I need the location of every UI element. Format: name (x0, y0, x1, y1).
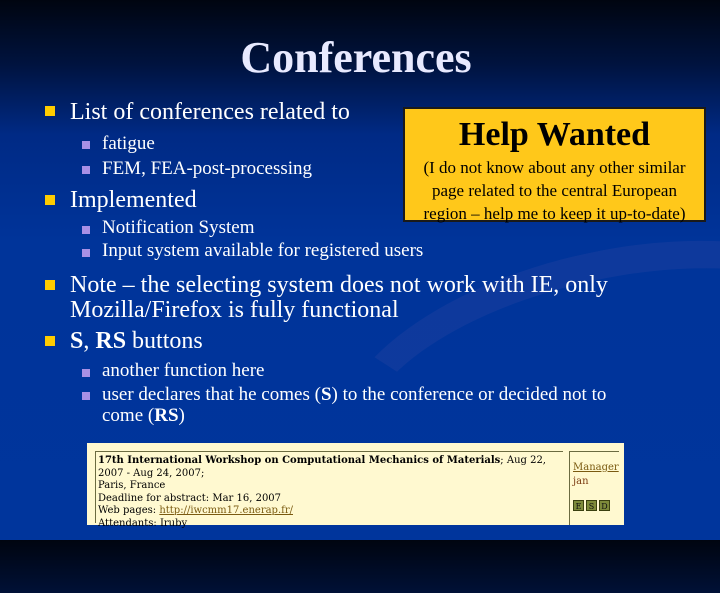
edit-icon[interactable]: E (573, 500, 584, 511)
conference-title: 17th International Workshop on Computati… (98, 455, 501, 466)
conference-entry-manager: Manager jan E S D (569, 451, 619, 525)
action-buttons: E S D (573, 500, 610, 511)
help-wanted-box: Help Wanted (I do not know about any oth… (403, 107, 706, 223)
rs-label: RS (154, 405, 179, 426)
conference-location: Paris, France (98, 480, 166, 491)
sub-bullet-notification: Notification System (102, 217, 255, 238)
s-label: S (320, 384, 332, 405)
sub-bullet-fatigue: fatigue (102, 133, 155, 154)
webpage-label: Web pages: (98, 505, 160, 516)
sub-bullet-icon (82, 369, 90, 377)
slide-title: Conferences (240, 33, 472, 82)
buttons-label: buttons (126, 328, 203, 354)
conference-deadline: Deadline for abstract: Mar 16, 2007 (98, 492, 282, 504)
sub-bullet-icon (82, 249, 90, 257)
help-wanted-line3: region – help me to keep it up-to-date) (423, 204, 686, 223)
conference-attendants: Attendants: Iruby (98, 517, 188, 529)
sub-bullet-user-declares-line2: come (RS) (102, 405, 185, 427)
s-icon[interactable]: S (586, 500, 597, 511)
text: user declares that he comes ( (102, 384, 321, 405)
bullet-note-line1: Note – the selecting system does not wor… (70, 272, 608, 298)
conference-entry-screenshot: 17th International Workshop on Computati… (87, 443, 624, 529)
sub-bullet-icon (82, 226, 90, 234)
sub-bullet-icon (82, 166, 90, 174)
bullet-icon (45, 195, 55, 205)
sub-bullet-user-declares-line1: user declares that he comes (S) to the c… (102, 384, 606, 406)
sub-bullet-icon (82, 392, 90, 400)
rs-label: RS (95, 328, 127, 354)
sub-bullet-icon (82, 141, 90, 149)
help-wanted-line1: (I do not know about any other similar (423, 158, 686, 177)
conference-entry-details: 17th International Workshop on Computati… (95, 451, 563, 529)
bullet-s-rs-buttons: S, RS buttons (70, 327, 203, 355)
sub-bullet-another-function: another function here (102, 360, 265, 381)
bullet-list-conferences: List of conferences related to (70, 99, 350, 125)
bullet-icon (45, 280, 55, 290)
conference-title-row: 17th International Workshop on Computati… (98, 455, 563, 480)
rs-icon[interactable]: D (599, 500, 610, 511)
bullet-icon (45, 336, 55, 346)
text: ) to the conference or decided not to (331, 384, 607, 405)
manager-link[interactable]: Manager (573, 462, 619, 473)
sub-bullet-fem: FEM, FEA-post-processing (102, 158, 313, 179)
help-wanted-line2: page related to the central European (432, 181, 677, 200)
webpage-link[interactable]: http://iwcmm17.enerap.fr/ (159, 505, 293, 516)
s-label: S (70, 328, 84, 354)
help-wanted-title: Help Wanted (458, 116, 651, 153)
bullet-implemented: Implemented (70, 187, 197, 213)
text: ) (178, 405, 185, 426)
manager-name: jan (573, 476, 589, 487)
conference-webpage-row: Web pages: http://iwcmm17.enerap.fr/ (98, 505, 563, 518)
separator: , (83, 328, 96, 354)
bullet-icon (45, 106, 55, 116)
bullet-note-line2: Mozilla/Firefox is fully functional (70, 297, 399, 323)
text: come ( (102, 405, 155, 426)
sub-bullet-input-system: Input system available for registered us… (102, 240, 424, 261)
